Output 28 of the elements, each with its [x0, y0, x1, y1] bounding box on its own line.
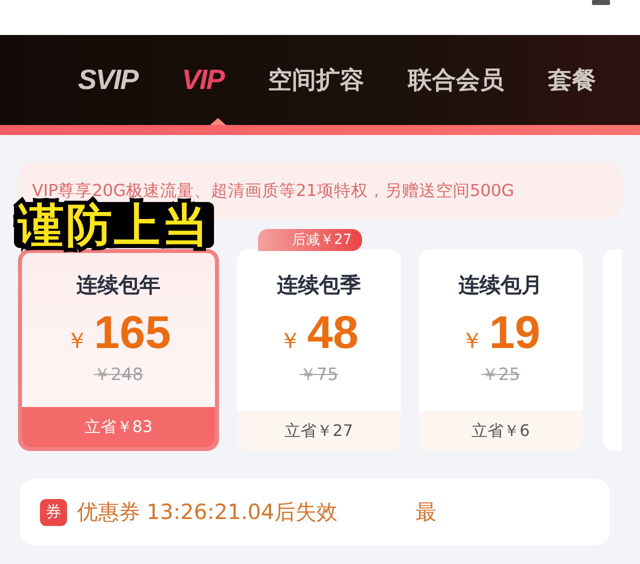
currency-symbol: ￥: [461, 328, 484, 356]
currency-symbol: ￥: [279, 328, 302, 356]
original-price: ￥248: [94, 364, 144, 386]
tab-pointer-icon: [210, 118, 226, 125]
plan-name: 连续包月: [458, 272, 543, 299]
plan-card[interactable]: 连续包年 ￥165 ￥248 立省￥83: [18, 249, 219, 451]
tab[interactable]: 空间扩容: [268, 64, 364, 96]
tab[interactable]: VIP: [182, 64, 224, 96]
saving-label: 立省￥83: [22, 407, 215, 447]
coupon-icon: 券: [40, 498, 67, 526]
plan-name: 连续包季: [276, 272, 361, 299]
tab[interactable]: 联合会员: [408, 64, 504, 96]
plan-price: 165: [94, 305, 171, 359]
tab[interactable]: SVIP: [78, 64, 138, 96]
plan-name: 连续包年: [76, 272, 160, 299]
plan-price: 48: [307, 305, 358, 359]
currency-symbol: ￥: [66, 328, 88, 356]
plan-card[interactable]: 连续包月 ￥19 ￥25 立省￥6: [418, 249, 583, 451]
promo-badge: 后减￥27: [258, 229, 362, 251]
original-price: ￥25: [481, 364, 520, 386]
plan-card[interactable]: 连续包季 ￥48 ￥75 立省￥27: [236, 249, 401, 451]
saving-label: 立省￥6: [418, 411, 583, 451]
tab[interactable]: 套餐: [548, 64, 596, 96]
saving-label: 立省￥27: [236, 411, 401, 451]
coupon-text: 优惠券 13:26:21.04后失效: [77, 499, 338, 526]
status-icon: [592, 0, 610, 6]
plan-price: 19: [489, 305, 540, 359]
original-price: ￥75: [300, 364, 338, 386]
